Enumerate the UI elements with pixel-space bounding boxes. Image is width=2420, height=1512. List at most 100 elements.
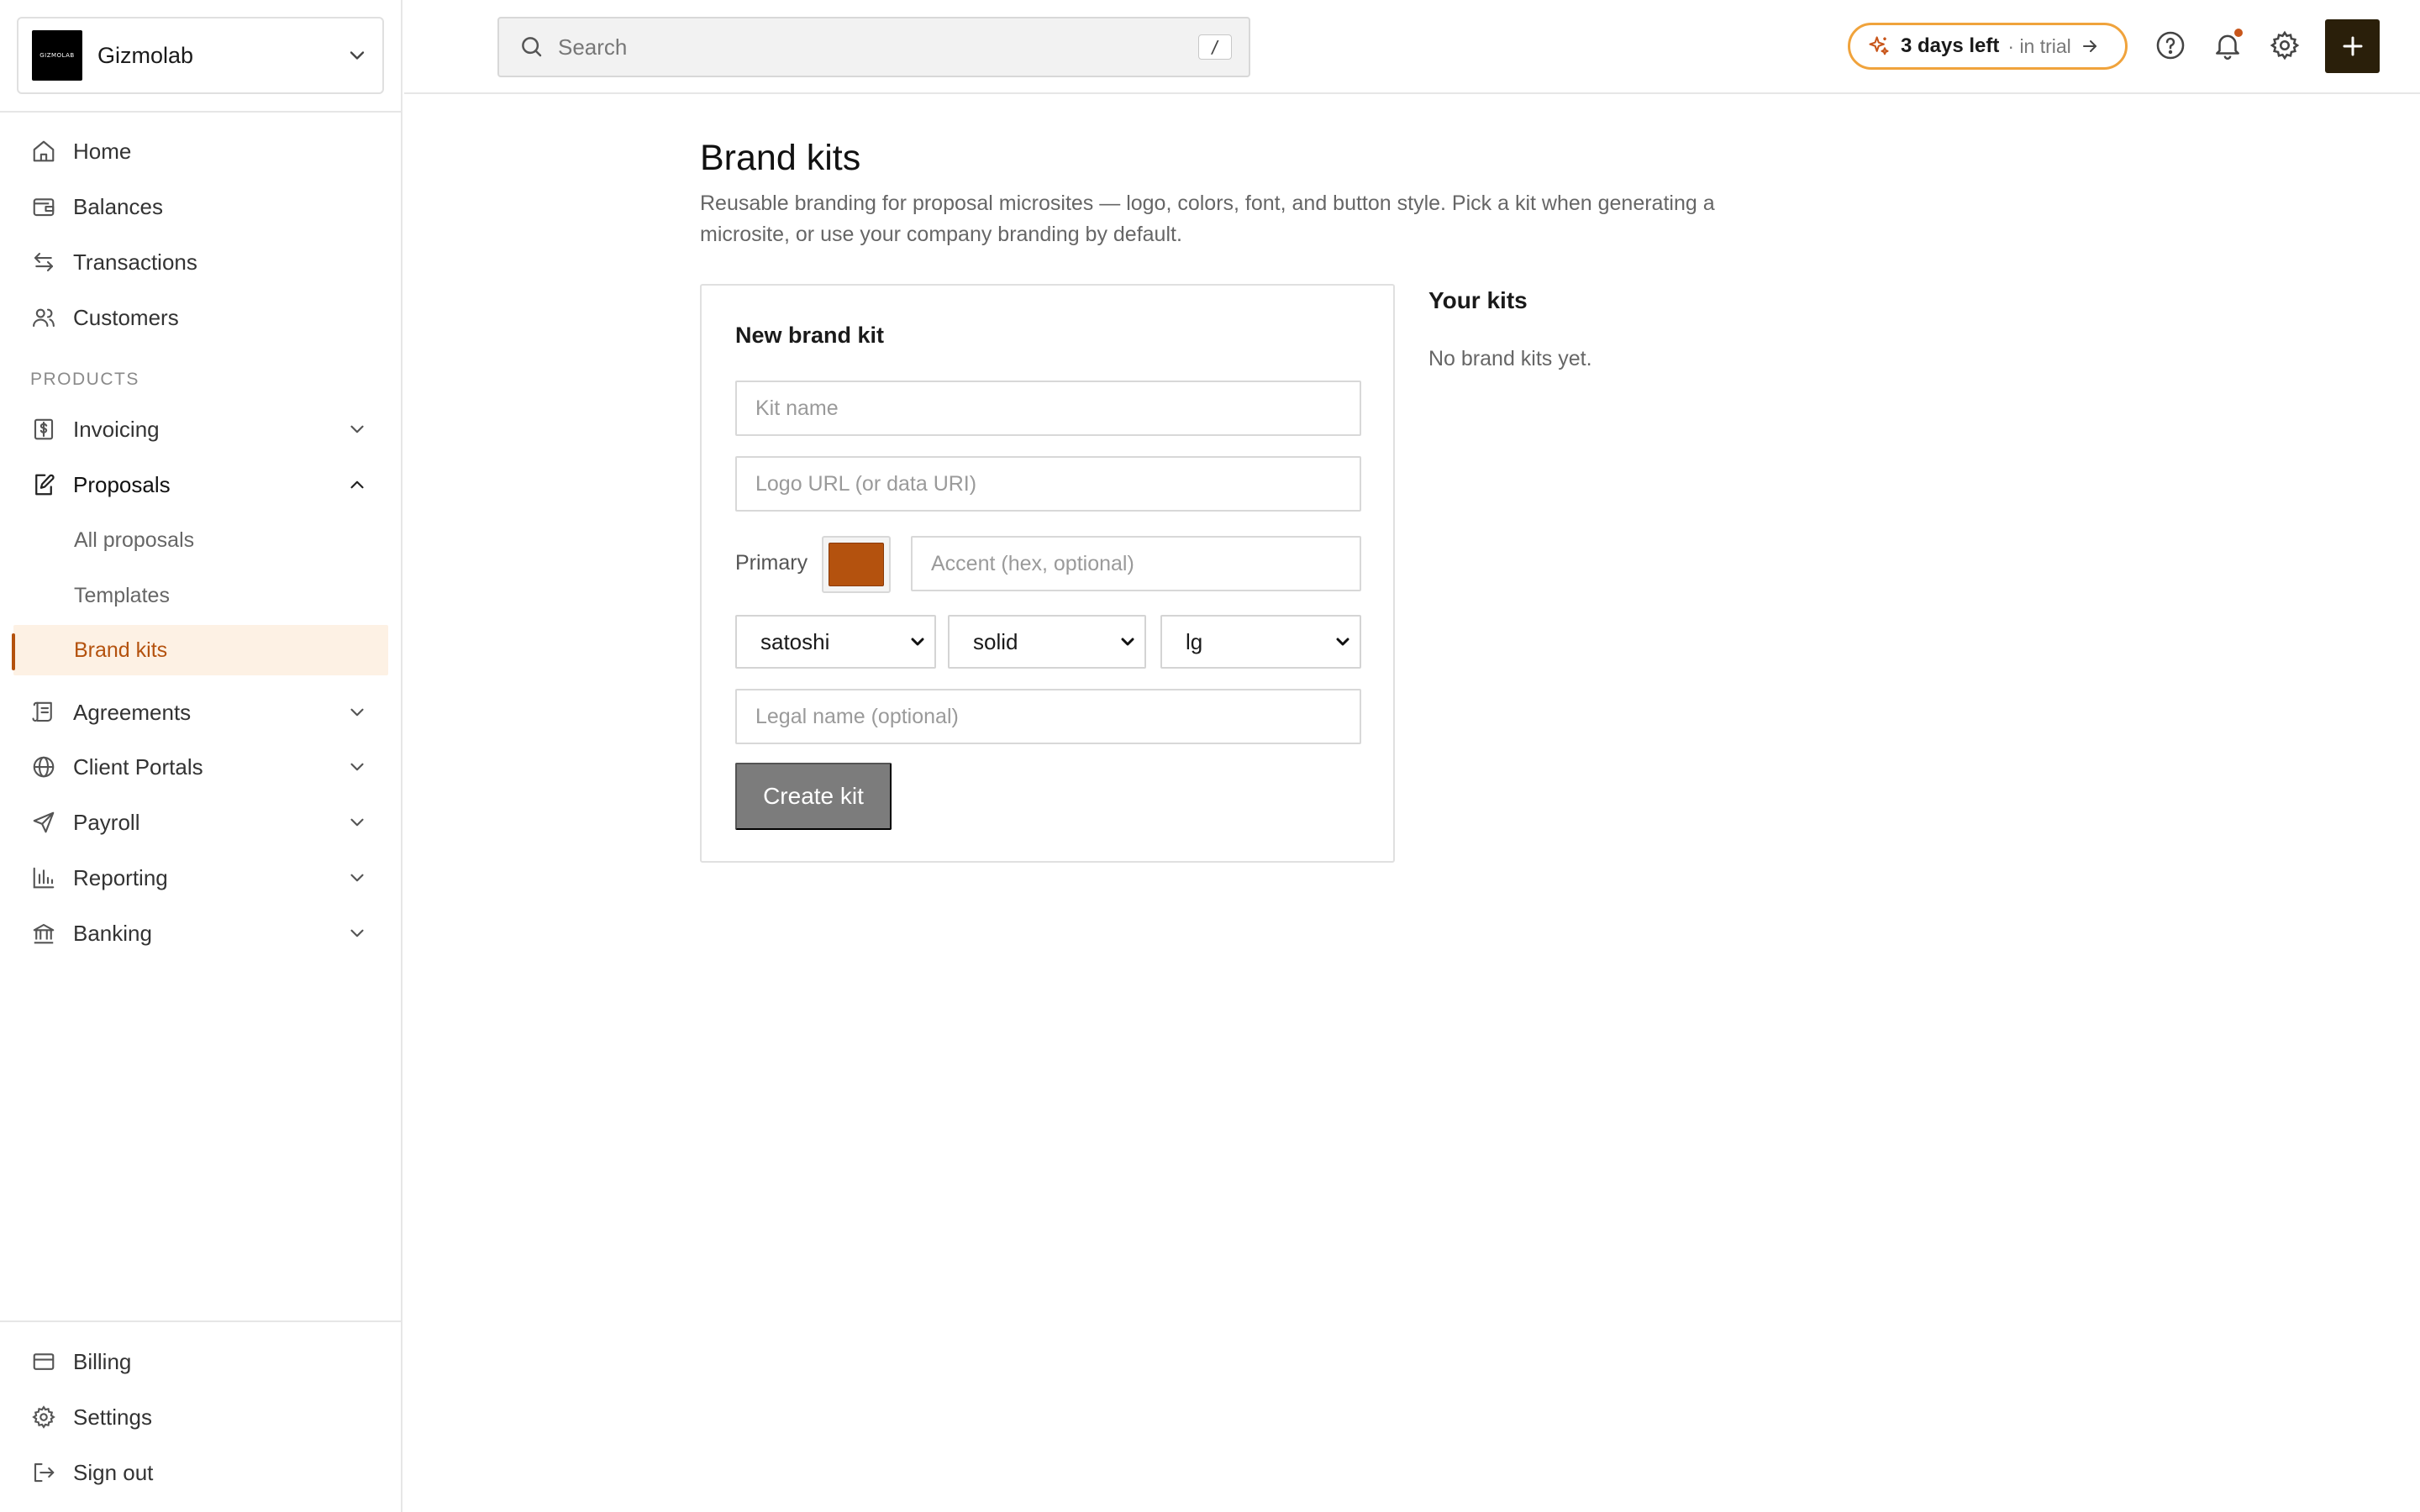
search-shortcut-key: /	[1198, 34, 1232, 60]
help-button[interactable]	[2154, 29, 2187, 62]
org-switcher[interactable]: GIZMOLAB Gizmolab	[17, 17, 384, 94]
chevron-down-icon	[350, 874, 364, 882]
help-icon	[2156, 31, 2185, 60]
dollar-doc-icon	[30, 416, 57, 443]
chevron-down-icon	[1336, 638, 1349, 646]
nav-label-balances: Balances	[73, 193, 163, 219]
radius-select[interactable]: lg	[1160, 615, 1361, 669]
section-label-products: PRODUCTS	[30, 370, 139, 389]
nav-label-reporting: Reporting	[73, 864, 168, 890]
nav-item-proposals[interactable]: Proposals	[13, 459, 388, 510]
chevron-down-icon	[350, 818, 364, 827]
radius-select-value: lg	[1186, 628, 1203, 654]
nav-item-transactions[interactable]: Transactions	[13, 237, 388, 287]
kit-name-input[interactable]	[735, 381, 1361, 436]
sidebar-item-templates[interactable]: Templates	[13, 570, 388, 621]
globe-icon	[30, 753, 57, 780]
nav-item-sign-out[interactable]: Sign out	[13, 1447, 388, 1498]
card-title: New brand kit	[735, 323, 885, 348]
nav-label-transactions: Transactions	[73, 249, 197, 275]
page-title: Brand kits	[700, 138, 861, 178]
button-style-select-value: solid	[973, 628, 1018, 654]
your-kits-title: Your kits	[1428, 287, 1528, 313]
topbar: Search / 3 days left · in trial	[404, 0, 2420, 94]
nav-label-sign-out: Sign out	[73, 1459, 154, 1485]
your-kits-empty-state: No brand kits yet.	[1428, 347, 1592, 370]
font-select-value: satoshi	[760, 628, 830, 654]
primary-color-picker[interactable]	[822, 536, 891, 593]
arrows-icon	[30, 249, 57, 276]
nav-label-payroll: Payroll	[73, 809, 140, 835]
nav-label-home: Home	[73, 138, 132, 164]
sub-label-templates: Templates	[74, 583, 170, 607]
nav-item-customers[interactable]: Customers	[13, 292, 388, 343]
nav-item-agreements[interactable]: Agreements	[13, 687, 388, 738]
button-style-select[interactable]: solid	[948, 615, 1146, 669]
notification-dot	[2234, 29, 2243, 37]
org-logo-text: GIZMOLAB	[39, 52, 75, 59]
file-edit-icon	[30, 471, 57, 498]
trial-banner-button[interactable]: 3 days left · in trial	[1848, 23, 2128, 70]
home-icon	[30, 138, 57, 165]
plus-icon	[2343, 36, 2362, 56]
primary-color-swatch	[829, 543, 884, 586]
notifications-button[interactable]	[2211, 29, 2244, 62]
active-indicator	[12, 633, 15, 670]
nav-item-balances[interactable]: Balances	[13, 181, 388, 232]
create-kit-button[interactable]: Create kit	[735, 763, 892, 830]
send-icon	[30, 809, 57, 836]
org-logo: GIZMOLAB	[32, 30, 82, 81]
sign-out-icon	[30, 1459, 57, 1486]
search-input[interactable]: Search /	[497, 17, 1250, 77]
logo-url-input[interactable]	[735, 456, 1361, 512]
chevron-down-icon	[350, 929, 364, 937]
nav-label-client-portals: Client Portals	[73, 753, 203, 780]
nav-label-customers: Customers	[73, 304, 179, 330]
primary-color-label: Primary	[735, 551, 808, 575]
nav-item-home[interactable]: Home	[13, 126, 388, 176]
chevron-down-icon	[350, 51, 365, 60]
sparkle-icon	[1869, 36, 1889, 55]
sidebar-item-brand-kits[interactable]: Brand kits	[13, 625, 388, 675]
page-description: Reusable branding for proposal microsite…	[700, 192, 1715, 246]
org-name: Gizmolab	[97, 42, 194, 68]
nav-label-agreements: Agreements	[73, 699, 192, 725]
nav-label-billing: Billing	[73, 1348, 132, 1374]
gear-icon	[2270, 30, 2300, 60]
credit-card-icon	[30, 1348, 57, 1375]
gear-icon	[30, 1404, 57, 1431]
nav-label-invoicing: Invoicing	[73, 416, 160, 442]
nav-label-banking: Banking	[73, 920, 152, 946]
chevron-down-icon	[1121, 638, 1134, 646]
sidebar: GIZMOLAB Gizmolab Home Balances Transact…	[0, 0, 402, 1512]
new-brand-kit-card: New brand kit Primary satoshi solid lg C…	[700, 284, 1395, 863]
bank-icon	[30, 920, 57, 947]
sidebar-item-all-proposals[interactable]: All proposals	[13, 515, 388, 565]
sub-label-brand-kits: Brand kits	[74, 638, 168, 662]
sub-label-all-proposals: All proposals	[74, 528, 195, 552]
settings-button[interactable]	[2268, 29, 2302, 62]
scroll-icon	[30, 699, 57, 726]
font-select[interactable]: satoshi	[735, 615, 936, 669]
nav-label-settings: Settings	[73, 1404, 152, 1430]
legal-name-input[interactable]	[735, 689, 1361, 744]
app-root: GIZMOLAB Gizmolab Home Balances Transact…	[0, 0, 2420, 1512]
chevron-down-icon	[911, 638, 924, 646]
nav-item-reporting[interactable]: Reporting	[13, 853, 388, 903]
nav-item-settings[interactable]: Settings	[13, 1392, 388, 1442]
bar-chart-icon	[30, 864, 57, 891]
nav-item-invoicing[interactable]: Invoicing	[13, 404, 388, 454]
chevron-down-icon	[350, 708, 364, 717]
arrow-right-icon	[2082, 40, 2096, 52]
create-new-button[interactable]	[2325, 19, 2380, 73]
accent-color-input[interactable]	[911, 536, 1361, 591]
nav-item-client-portals[interactable]: Client Portals	[13, 742, 388, 792]
nav-label-proposals: Proposals	[73, 471, 171, 497]
search-placeholder: Search	[558, 34, 628, 60]
nav-item-billing[interactable]: Billing	[13, 1336, 388, 1387]
nav-item-payroll[interactable]: Payroll	[13, 797, 388, 848]
chevron-down-icon	[350, 425, 364, 433]
sidebar-divider	[0, 1320, 402, 1322]
chevron-up-icon	[350, 480, 364, 489]
nav-item-banking[interactable]: Banking	[13, 908, 388, 958]
